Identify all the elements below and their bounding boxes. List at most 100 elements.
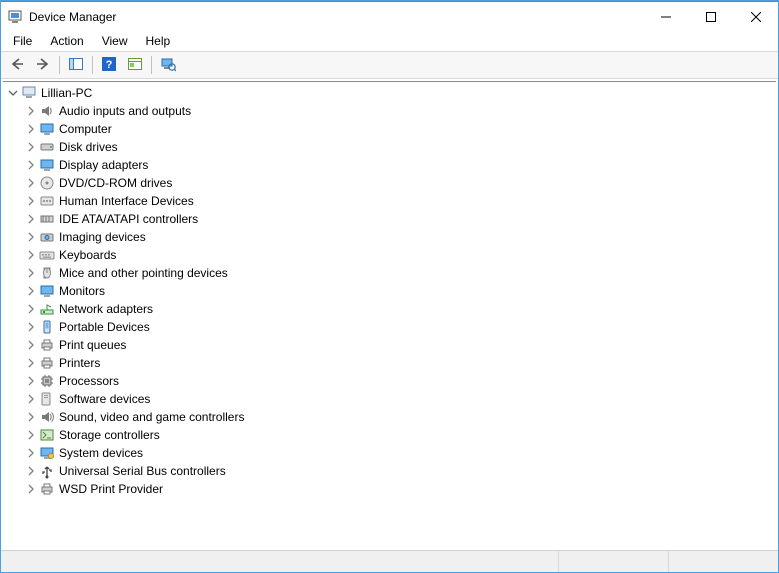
expander-closed-icon[interactable] <box>25 339 37 351</box>
tree-row-label: Storage controllers <box>59 428 160 442</box>
menu-view[interactable]: View <box>94 32 136 50</box>
tree-row-label: Keyboards <box>59 248 116 262</box>
expander-closed-icon[interactable] <box>25 483 37 495</box>
expander-closed-icon[interactable] <box>25 357 37 369</box>
tree-row-label: System devices <box>59 446 143 460</box>
tree-indent <box>7 201 25 202</box>
expander-closed-icon[interactable] <box>25 429 37 441</box>
show-hide-console-tree-button[interactable] <box>64 54 88 76</box>
expander-closed-icon[interactable] <box>25 231 37 243</box>
tree-row[interactable]: IDE ATA/ATAPI controllers <box>3 210 776 228</box>
device-tree[interactable]: Lillian-PC Audio inputs and outputs Compu… <box>3 81 776 548</box>
expander-closed-icon[interactable] <box>25 267 37 279</box>
tree-row[interactable]: Software devices <box>3 390 776 408</box>
printer-icon <box>39 355 55 371</box>
tree-root-label: Lillian-PC <box>41 86 92 100</box>
maximize-button[interactable] <box>688 2 733 31</box>
expander-closed-icon[interactable] <box>25 105 37 117</box>
help-button[interactable]: ? <box>97 54 121 76</box>
mouse-icon <box>39 265 55 281</box>
tree-root-row[interactable]: Lillian-PC <box>3 84 776 102</box>
audio-icon <box>39 103 55 119</box>
tree-indent <box>7 471 25 472</box>
tree-row-label: IDE ATA/ATAPI controllers <box>59 212 198 226</box>
tree-row[interactable]: Human Interface Devices <box>3 192 776 210</box>
system-icon <box>39 445 55 461</box>
tree-indent <box>7 309 25 310</box>
tree-row-label: Processors <box>59 374 119 388</box>
tree-indent <box>7 453 25 454</box>
scan-icon <box>160 56 176 75</box>
tree-row[interactable]: Keyboards <box>3 246 776 264</box>
minimize-button[interactable] <box>643 2 688 31</box>
tree-indent <box>7 381 25 382</box>
expander-closed-icon[interactable] <box>25 411 37 423</box>
tree-row[interactable]: Display adapters <box>3 156 776 174</box>
expander-closed-icon[interactable] <box>25 303 37 315</box>
expander-closed-icon[interactable] <box>25 321 37 333</box>
imaging-icon <box>39 229 55 245</box>
expander-closed-icon[interactable] <box>25 177 37 189</box>
expander-closed-icon[interactable] <box>25 141 37 153</box>
properties-icon <box>127 56 143 75</box>
tree-row[interactable]: Sound, video and game controllers <box>3 408 776 426</box>
expander-closed-icon[interactable] <box>25 285 37 297</box>
optical-icon <box>39 175 55 191</box>
tree-row-label: DVD/CD-ROM drives <box>59 176 172 190</box>
tree-indent <box>7 363 25 364</box>
tree-row[interactable]: Processors <box>3 372 776 390</box>
tree-row[interactable]: Storage controllers <box>3 426 776 444</box>
expander-closed-icon[interactable] <box>25 213 37 225</box>
toolbar-separator <box>92 56 93 74</box>
arrow-left-icon <box>9 56 25 75</box>
statusbar <box>1 550 778 572</box>
menu-file[interactable]: File <box>5 32 40 50</box>
tree-row[interactable]: DVD/CD-ROM drives <box>3 174 776 192</box>
tree-row[interactable]: Imaging devices <box>3 228 776 246</box>
tree-row[interactable]: Disk drives <box>3 138 776 156</box>
properties-button[interactable] <box>123 54 147 76</box>
monitor-icon <box>39 157 55 173</box>
tree-indent <box>7 147 25 148</box>
tree-row[interactable]: Print queues <box>3 336 776 354</box>
tree-indent <box>7 489 25 490</box>
expander-closed-icon[interactable] <box>25 393 37 405</box>
expander-closed-icon[interactable] <box>25 249 37 261</box>
expander-closed-icon[interactable] <box>25 123 37 135</box>
tree-row[interactable]: Printers <box>3 354 776 372</box>
back-button[interactable] <box>5 54 29 76</box>
portable-icon <box>39 319 55 335</box>
menu-action[interactable]: Action <box>42 32 91 50</box>
tree-indent <box>7 417 25 418</box>
tree-row-label: Universal Serial Bus controllers <box>59 464 226 478</box>
menubar: File Action View Help <box>1 31 778 51</box>
expander-closed-icon[interactable] <box>25 195 37 207</box>
tree-row-label: Imaging devices <box>59 230 146 244</box>
tree-row[interactable]: Universal Serial Bus controllers <box>3 462 776 480</box>
svg-text:?: ? <box>106 59 113 71</box>
tree-row[interactable]: Mice and other pointing devices <box>3 264 776 282</box>
expander-closed-icon[interactable] <box>25 159 37 171</box>
expander-closed-icon[interactable] <box>25 465 37 477</box>
forward-button[interactable] <box>31 54 55 76</box>
tree-row[interactable]: System devices <box>3 444 776 462</box>
tree-indent <box>7 345 25 346</box>
expander-closed-icon[interactable] <box>25 375 37 387</box>
tree-row[interactable]: Audio inputs and outputs <box>3 102 776 120</box>
tree-row[interactable]: Network adapters <box>3 300 776 318</box>
status-cell-left <box>1 551 558 572</box>
expander-closed-icon[interactable] <box>25 447 37 459</box>
tree-row[interactable]: Portable Devices <box>3 318 776 336</box>
software-icon <box>39 391 55 407</box>
tree-row[interactable]: WSD Print Provider <box>3 480 776 498</box>
expander-open-icon[interactable] <box>7 87 19 99</box>
close-button[interactable] <box>733 2 778 31</box>
scan-hardware-button[interactable] <box>156 54 180 76</box>
tree-row-label: Audio inputs and outputs <box>59 104 191 118</box>
tree-row[interactable]: Monitors <box>3 282 776 300</box>
tree-row-label: Display adapters <box>59 158 148 172</box>
tree-row[interactable]: Computer <box>3 120 776 138</box>
tree-indent <box>7 255 25 256</box>
tree-row-label: WSD Print Provider <box>59 482 163 496</box>
menu-help[interactable]: Help <box>138 32 179 50</box>
